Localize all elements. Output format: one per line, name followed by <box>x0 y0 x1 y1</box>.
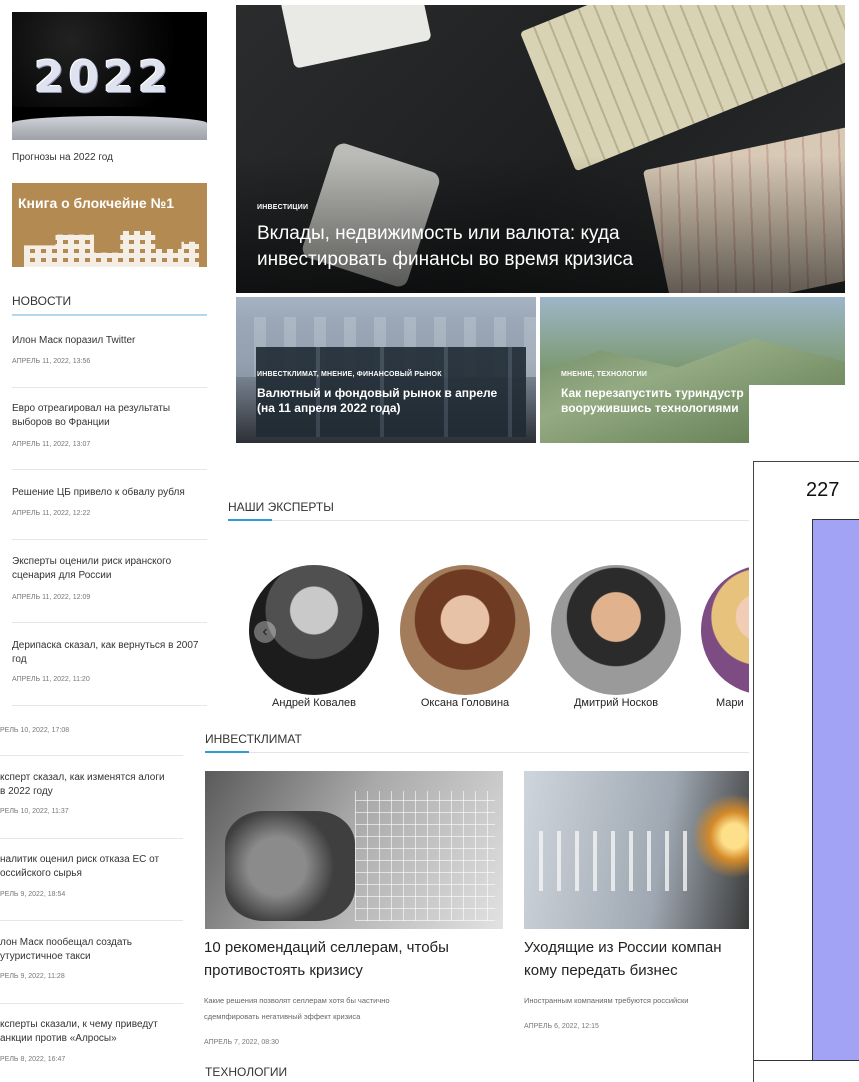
experts-prev-button[interactable]: ‹ <box>254 621 276 643</box>
news-item-date: АПРЕЛЬ 11, 2022, 13:07 <box>12 441 91 448</box>
promo-2022-image[interactable]: 2022 <box>12 12 207 140</box>
sub-article-market-title-line2[interactable]: (на 11 апреля 2022 года) <box>257 401 400 416</box>
expert-avatar-golovina[interactable] <box>400 565 530 695</box>
technologies-section-title: ТЕХНОЛОГИИ <box>205 1065 288 1079</box>
news-divider <box>0 755 183 756</box>
promo-2022-year: 2022 <box>34 52 173 103</box>
investclimate-section-rule <box>249 752 749 753</box>
news-divider <box>12 387 207 388</box>
news-divider <box>0 1003 183 1004</box>
card-title-line1[interactable]: 10 рекомендаций селлерам, чтобы <box>204 937 449 958</box>
news-item-date: АПРЕЛЬ 11, 2022, 12:22 <box>12 510 91 517</box>
news-item-date: РЕЛЬ 10, 2022, 17:08 <box>0 727 70 734</box>
sub-article-market-tags[interactable]: ИНВЕСТКЛИМАТ, МНЕНИЕ, ФИНАНСОВЫЙ РЫНОК <box>257 371 442 378</box>
news-section-underline <box>12 314 207 316</box>
card-description-line1: Какие решения позволят селлерам хотя бы … <box>204 996 390 1005</box>
hero-title-line1[interactable]: Вклады, недвижимость или валюта: куда <box>257 221 620 247</box>
experts-section-underline <box>228 519 272 521</box>
news-item-date: РЕЛЬ 10, 2022, 11:37 <box>0 808 69 815</box>
card-image-glow <box>694 791 749 881</box>
sub-article-tourism-tags[interactable]: МНЕНИЕ, ТЕХНОЛОГИИ <box>561 371 647 378</box>
investclimate-section-title: ИНВЕСТКЛИМАТ <box>205 732 302 746</box>
hero-category-tag[interactable]: ИНВЕСТИЦИИ <box>257 204 308 211</box>
sub-article-market[interactable]: ИНВЕСТКЛИМАТ, МНЕНИЕ, ФИНАНСОВЫЙ РЫНОК В… <box>236 297 536 443</box>
sub-article-market-title-line1[interactable]: Валютный и фондовый рынок в апреле <box>257 386 497 401</box>
news-item-title[interactable]: лон Маск пообещал создать утуристичное т… <box>0 936 160 964</box>
investclimate-section-underline <box>205 751 249 753</box>
news-item-title[interactable]: Эксперты оценили риск иранского сценария… <box>12 555 197 583</box>
card-title-line1[interactable]: Уходящие из России компан <box>524 937 749 958</box>
news-item-date: АПРЕЛЬ 11, 2022, 11:20 <box>12 676 90 683</box>
promo-2022-moon-surface <box>12 116 207 140</box>
chevron-left-icon: ‹ <box>262 623 268 640</box>
news-divider <box>12 469 207 470</box>
promo-2022-caption[interactable]: Прогнозы на 2022 год <box>12 152 113 163</box>
overlay-chart-bar <box>812 519 859 1061</box>
news-item-title[interactable]: Дерипаска сказал, как вернуться в 2007 г… <box>12 639 202 667</box>
promo-book-title: Книга о блокчейне №1 <box>18 195 174 211</box>
overlay-whitespace <box>749 385 859 460</box>
news-item-date: РЕЛЬ 8, 2022, 16:47 <box>0 1056 66 1063</box>
news-item-date: РЕЛЬ 9, 2022, 18:54 <box>0 891 66 898</box>
news-divider <box>0 838 183 839</box>
hero-calculator <box>280 5 432 69</box>
card-image-companies[interactable] <box>524 771 749 929</box>
card-image-hands <box>225 811 355 921</box>
card-title-line2[interactable]: противостоять кризису <box>204 960 363 981</box>
news-item-title[interactable]: ксперты сказали, к чему приведут анкции … <box>0 1018 180 1046</box>
card-date: АПРЕЛЬ 7, 2022, 08:30 <box>204 1039 279 1046</box>
overlay-chart-baseline <box>754 1060 859 1061</box>
news-divider <box>12 705 207 706</box>
card-date: АПРЕЛЬ 6, 2022, 12:15 <box>524 1023 599 1030</box>
sub-article-tourism-title-line1[interactable]: Как перезапустить туриндустр <box>561 386 744 401</box>
expert-name[interactable]: Оксана Головина <box>395 697 535 709</box>
news-item-title[interactable]: Решение ЦБ привело к обвалу рубля <box>12 486 217 500</box>
experts-section-title: НАШИ ЭКСПЕРТЫ <box>228 500 334 514</box>
sub-article-tourism-title-line2[interactable]: вооружившись технологиями <box>561 401 739 416</box>
news-divider <box>12 539 207 540</box>
news-item-date: АПРЕЛЬ 11, 2022, 13:56 <box>12 358 91 365</box>
card-image-figures <box>539 831 689 891</box>
news-section-title: НОВОСТИ <box>12 294 72 308</box>
expert-name[interactable]: Мари <box>716 697 749 709</box>
news-item-title[interactable]: налитик оценил риск отказа ЕС от оссийск… <box>0 853 180 881</box>
news-item-date: РЕЛЬ 9, 2022, 11:28 <box>0 973 65 980</box>
news-item-title[interactable]: ксперт сказал, как изменятся алоги в 202… <box>0 771 170 799</box>
overlay-chart-value-label: 227 <box>806 479 840 501</box>
card-title-line2[interactable]: кому передать бизнес <box>524 960 678 981</box>
news-divider <box>12 622 207 623</box>
hero-article[interactable]: ИНВЕСТИЦИИ Вклады, недвижимость или валю… <box>236 5 845 293</box>
promo-book-image[interactable]: Книга о блокчейне №1 <box>12 183 207 267</box>
news-item-date: АПРЕЛЬ 11, 2022, 12:09 <box>12 594 91 601</box>
overlay-chart-panel: 227 <box>753 461 859 1082</box>
card-description-line1: Иностранным компаниям требуются российск… <box>524 996 689 1005</box>
experts-section-rule <box>272 520 749 521</box>
expert-avatar-noskov[interactable] <box>551 565 681 695</box>
card-image-chart-overlay <box>355 791 495 921</box>
news-item-title[interactable]: Илон Маск поразил Twitter <box>12 334 202 348</box>
card-description-line2: сдемпфировать негативный эффект кризиса <box>204 1012 361 1021</box>
news-item-title[interactable]: Евро отреагировал на результаты выборов … <box>12 402 202 430</box>
news-divider <box>0 920 183 921</box>
expert-name[interactable]: Дмитрий Носков <box>546 697 686 709</box>
expert-name[interactable]: Андрей Ковалев <box>244 697 384 709</box>
hero-title-line2[interactable]: инвестировать финансы во время кризиса <box>257 247 633 273</box>
promo-book-pixels <box>24 231 199 267</box>
card-image-sellers[interactable] <box>205 771 503 929</box>
